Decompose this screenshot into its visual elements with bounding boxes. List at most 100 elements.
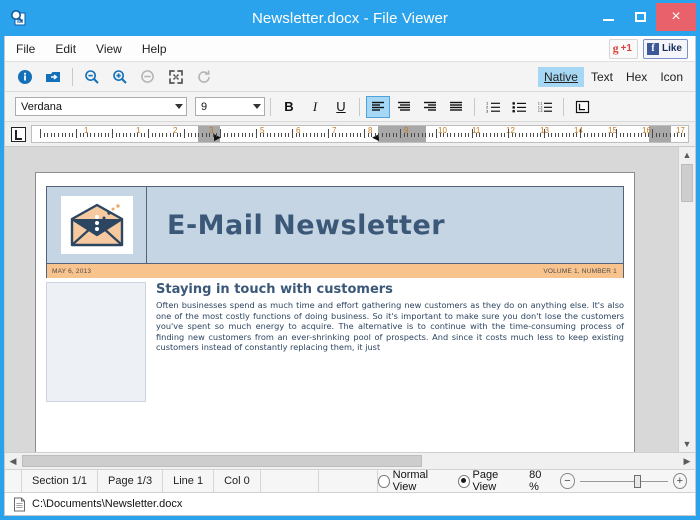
ruler-tick xyxy=(105,133,106,137)
page-view-radio[interactable]: Page View xyxy=(458,469,518,493)
bulleted-list-button[interactable] xyxy=(507,96,531,118)
ruler-tick xyxy=(382,133,383,137)
scroll-left-icon[interactable]: ◀ xyxy=(5,453,21,469)
ruler-tick xyxy=(249,133,250,137)
status-bar: Section 1/1 Page 1/3 Line 1 Col 0 Normal… xyxy=(5,469,695,492)
google-plus-one-label: +1 xyxy=(621,43,632,54)
view-mode-hex[interactable]: Hex xyxy=(620,67,653,87)
ruler-tick xyxy=(274,133,275,137)
ruler-tick xyxy=(321,133,322,137)
horizontal-ruler[interactable]: 1 1 2 3 5 6 7 8 9 10 11 12 13 14 15 16 1… xyxy=(31,125,689,143)
view-mode-text[interactable]: Text xyxy=(585,67,619,87)
info-icon[interactable] xyxy=(12,65,38,89)
ruler-tick xyxy=(177,133,178,137)
table-cell-button[interactable] xyxy=(570,96,594,118)
menu-edit[interactable]: Edit xyxy=(46,39,85,59)
horizontal-scrollbar[interactable]: ◀ ▶ xyxy=(5,452,695,469)
facebook-like-button[interactable]: f Like xyxy=(643,39,688,59)
ruler-tick xyxy=(573,133,574,137)
ruler-tick xyxy=(288,133,289,137)
ruler-tick xyxy=(443,133,444,137)
ruler-tick xyxy=(519,133,520,137)
vertical-scrollbar[interactable]: ▲ ▼ xyxy=(678,147,695,452)
ruler-tick xyxy=(461,133,462,137)
view-mode-native[interactable]: Native xyxy=(538,67,584,87)
view-mode-icon[interactable]: Icon xyxy=(654,67,689,87)
font-family-select[interactable]: Verdana xyxy=(15,97,187,116)
align-right-button[interactable] xyxy=(418,96,442,118)
ruler-tick xyxy=(483,133,484,137)
ruler-tick xyxy=(425,133,426,137)
ruler-tick xyxy=(386,133,387,137)
ruler-tick xyxy=(548,133,549,137)
menu-file[interactable]: File xyxy=(7,39,44,59)
ruler-tick xyxy=(159,133,160,137)
chevron-down-icon xyxy=(249,98,264,115)
italic-button[interactable]: I xyxy=(303,96,327,118)
numbered-list-button[interactable]: 1 2 3 xyxy=(481,96,505,118)
ruler-tick xyxy=(450,133,451,137)
ruler-tick xyxy=(213,133,214,137)
ruler-tick xyxy=(526,133,527,137)
menu-view[interactable]: View xyxy=(87,39,131,59)
ruler-tick xyxy=(537,133,538,137)
page-scroll-region[interactable]: E-Mail Newsletter MAY 6, 2013 VOLUME 1, … xyxy=(5,147,678,452)
bold-button[interactable]: B xyxy=(277,96,301,118)
scroll-down-icon[interactable]: ▼ xyxy=(679,436,695,452)
align-justify-button[interactable] xyxy=(444,96,468,118)
zoom-slider[interactable] xyxy=(580,474,668,488)
rotate-icon[interactable] xyxy=(191,65,217,89)
ruler-tick xyxy=(166,133,167,137)
minimize-button[interactable] xyxy=(592,3,624,31)
menu-bar: File Edit View Help g +1 f Like xyxy=(5,36,695,62)
open-external-icon[interactable] xyxy=(40,65,66,89)
ruler-tick xyxy=(458,133,459,137)
ruler-tick xyxy=(616,129,617,138)
zoom-out-icon[interactable] xyxy=(79,65,105,89)
zoom-in-button[interactable]: + xyxy=(673,473,687,489)
fit-width-icon[interactable] xyxy=(135,65,161,89)
horizontal-scroll-thumb[interactable] xyxy=(22,455,422,467)
ruler-tick xyxy=(418,133,419,137)
ruler-tick xyxy=(479,133,480,137)
ruler-tick xyxy=(206,133,207,137)
scroll-right-icon[interactable]: ▶ xyxy=(679,453,695,469)
ruler-tick xyxy=(494,133,495,137)
ruler-bar: 1 1 2 3 5 6 7 8 9 10 11 12 13 14 15 16 1… xyxy=(5,122,695,147)
ruler-tick xyxy=(256,129,257,138)
align-center-button[interactable] xyxy=(392,96,416,118)
close-button[interactable]: × xyxy=(656,3,696,31)
fit-page-icon[interactable] xyxy=(163,65,189,89)
ruler-tick xyxy=(90,133,91,137)
ruler-tick xyxy=(47,133,48,137)
align-left-button[interactable] xyxy=(366,96,390,118)
ruler-tick xyxy=(400,129,401,138)
ruler-tick xyxy=(533,133,534,137)
scroll-up-icon[interactable]: ▲ xyxy=(679,147,695,163)
ruler-tick xyxy=(508,129,509,138)
multilevel-list-button[interactable]: 1.1 1.2 1.3 xyxy=(533,96,557,118)
zoom-slider-knob[interactable] xyxy=(634,475,641,488)
ruler-tick xyxy=(54,133,55,137)
ruler-tick xyxy=(162,133,163,137)
normal-view-radio[interactable]: Normal View xyxy=(378,469,447,493)
newsletter-main-column: Staying in touch with customers Often bu… xyxy=(154,282,624,402)
ruler-tick xyxy=(360,133,361,137)
maximize-button[interactable] xyxy=(624,3,656,31)
underline-button[interactable]: U xyxy=(329,96,353,118)
ruler-tick xyxy=(414,133,415,137)
menu-help[interactable]: Help xyxy=(133,39,176,59)
newsletter-sidebar-box xyxy=(46,282,146,402)
ruler-tick xyxy=(584,133,585,137)
ruler-tick xyxy=(101,133,102,137)
ruler-tick xyxy=(245,133,246,137)
ruler-tick xyxy=(87,133,88,137)
zoom-out-button[interactable]: − xyxy=(560,473,574,489)
view-mode-text-label: Text xyxy=(591,70,613,84)
google-plus-one-button[interactable]: g +1 xyxy=(609,39,638,59)
font-size-select[interactable]: 9 xyxy=(195,97,265,116)
tab-left-icon[interactable] xyxy=(5,122,31,146)
ruler-tick xyxy=(238,133,239,137)
vertical-scroll-thumb[interactable] xyxy=(681,164,693,202)
zoom-in-icon[interactable] xyxy=(107,65,133,89)
